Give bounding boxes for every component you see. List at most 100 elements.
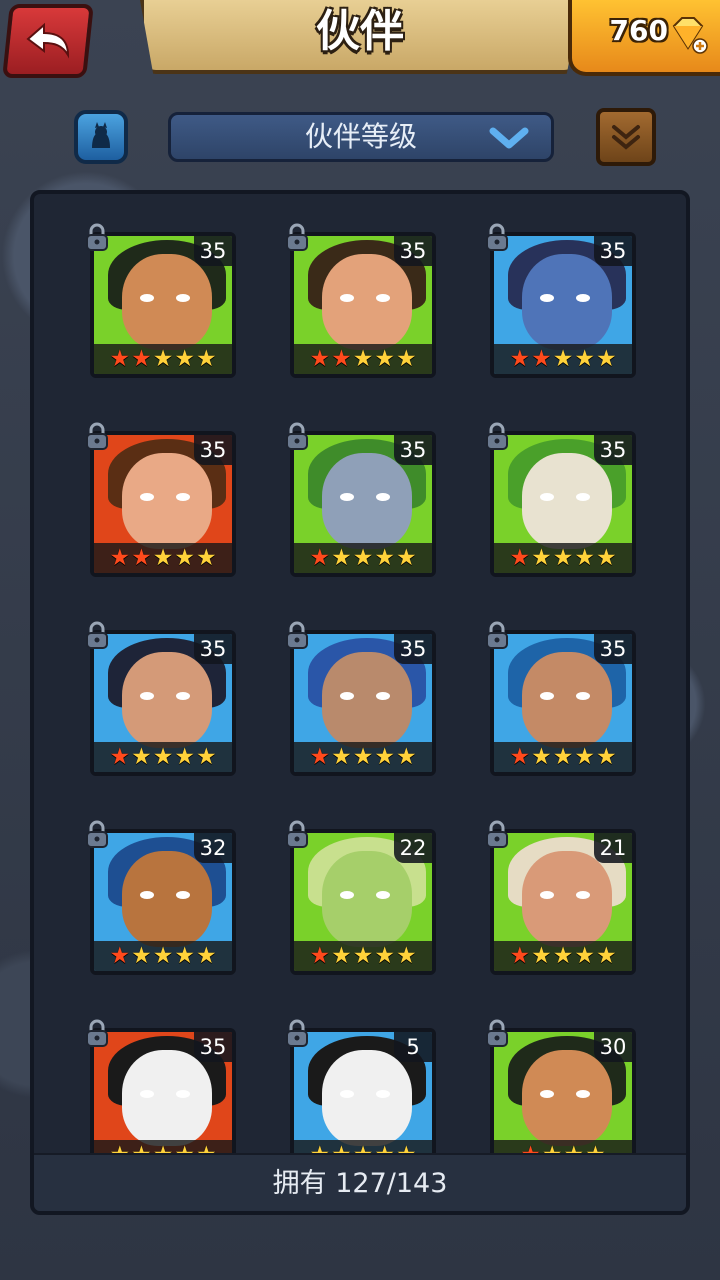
companion-card[interactable]: 35★★★★★ [90,232,236,378]
star-icon: ★ [131,346,152,372]
lock-icon[interactable] [482,421,512,451]
star-rating: ★★★★★ [94,1140,232,1154]
back-button[interactable] [2,4,94,78]
lock-icon[interactable] [482,1018,512,1048]
companion-card[interactable]: 35 ★★★★★ [90,630,236,776]
star-rating: ★★★★★ [294,1140,432,1154]
lock-icon[interactable] [482,819,512,849]
star-rating: ★★★★★ [94,742,232,772]
star-icon: ★ [131,943,152,969]
diamond-plus-icon [672,17,708,54]
star-rating: ★★★★★ [494,742,632,772]
star-rating: ★★★★★ [494,941,632,971]
star-icon: ★ [131,545,152,571]
star-icon: ★ [531,943,552,969]
lock-icon[interactable] [482,222,512,252]
handbook-button[interactable] [596,108,656,166]
companion-level: 35 [194,1032,232,1062]
gem-counter[interactable]: 760 [568,0,720,76]
star-icon: ★ [152,545,174,571]
sort-dropdown[interactable]: 伙伴等级 [168,112,554,162]
companion-level: 35 [594,435,632,465]
star-icon: ★ [395,744,417,770]
star-rating: ★★★★★ [94,543,232,573]
star-icon: ★ [531,545,552,571]
companion-card[interactable]: 35 ★★★★★ [290,630,436,776]
companion-card[interactable]: 35★★★★★ [490,232,636,378]
book-chevrons-icon [612,125,640,150]
lock-icon[interactable] [482,620,512,650]
star-icon: ★ [309,943,331,969]
star-rating: ★★★★★ [294,742,432,772]
companion-level: 35 [194,236,232,266]
lock-icon[interactable] [282,222,312,252]
cat-icon [92,122,110,148]
star-rating: ★★★★★ [294,344,432,374]
companion-card[interactable]: 35★★★★★ [290,232,436,378]
star-icon: ★ [509,943,531,969]
lock-icon[interactable] [282,819,312,849]
star-icon: ★ [509,545,531,571]
companion-card[interactable]: 21 ★ ★ ★ ★ ★ [490,829,636,975]
star-icon: ★ [195,744,217,770]
star-icon: ★ [195,346,217,372]
star-rating: ★★★★★ [294,941,432,971]
star-icon: ★ [152,346,174,372]
star-icon: ★ [531,346,552,372]
star-icon: ★ [331,943,352,969]
star-icon: ★ [309,545,331,571]
lock-icon[interactable] [82,222,112,252]
star-icon: ★ [574,744,595,770]
star-icon: ★ [395,346,417,372]
star-icon: ★ [174,744,195,770]
star-icon: ★ [395,545,417,571]
lock-icon[interactable] [282,620,312,650]
star-icon: ★ [352,943,374,969]
companion-card[interactable]: 22 ★ ★ ★ ★ ★ [290,829,436,975]
star-icon: ★ [152,943,174,969]
star-icon: ★ [395,943,417,969]
star-icon: ★ [595,943,617,969]
companion-level: 30 [594,1032,632,1062]
star-icon: ★ [552,545,574,571]
companion-level: 35 [194,634,232,664]
star-rating: ★★★★★ [294,543,432,573]
companion-level: 5 [394,1032,432,1062]
lock-icon[interactable] [282,421,312,451]
companion-level: 22 [394,833,432,863]
star-rating: ★★★★★ [494,543,632,573]
star-icon: ★ [509,346,531,372]
star-icon: ★ [109,545,131,571]
companion-card[interactable]: 35★★★★★ [90,431,236,577]
companion-grid: 35 ★ ★ ★ ★ ★ 35 ★ ★ ★ ★ ★ 35 ★ ★ ★ ★ ★ 35 ★ ★ ★ ★ ★ 35 ★ ★ ★ ★ ★ 35 ★ ★ ★… [34,194,686,1154]
star-icon: ★ [331,545,352,571]
star-icon: ★ [174,943,195,969]
companion-card[interactable]: 35 ★★★★★ [490,431,636,577]
star-icon: ★ [195,943,217,969]
companion-card[interactable]: 32 ★ ★ ★ ★ ★ [90,829,236,975]
companion-level: 35 [594,236,632,266]
lock-icon[interactable] [82,421,112,451]
lock-icon[interactable] [282,1018,312,1048]
companion-level: 35 [394,435,432,465]
companion-level: 35 [394,634,432,664]
companion-level: 35 [594,634,632,664]
lock-icon[interactable] [82,620,112,650]
companion-panel: 35 ★ ★ ★ ★ ★ 35 ★ ★ ★ ★ ★ 35 ★ ★ ★ ★ ★ 35 ★ ★ ★ ★ ★ 35 ★ ★ ★ ★ ★ 35 ★ ★ ★… [30,190,690,1215]
lock-icon[interactable] [82,1018,112,1048]
star-icon: ★ [174,346,195,372]
star-icon: ★ [309,744,331,770]
companion-card[interactable]: 35 ★★★★★ [290,431,436,577]
star-icon: ★ [574,545,595,571]
star-icon: ★ [195,545,217,571]
star-icon: ★ [331,744,352,770]
star-icon: ★ [552,346,574,372]
star-icon: ★ [109,744,131,770]
lock-icon[interactable] [82,819,112,849]
companion-card[interactable]: 35 ★★★★★ [490,630,636,776]
companion-level: 32 [194,833,232,863]
star-icon: ★ [595,744,617,770]
cat-filter-button[interactable] [74,110,128,164]
star-icon: ★ [374,943,395,969]
star-icon: ★ [374,545,395,571]
